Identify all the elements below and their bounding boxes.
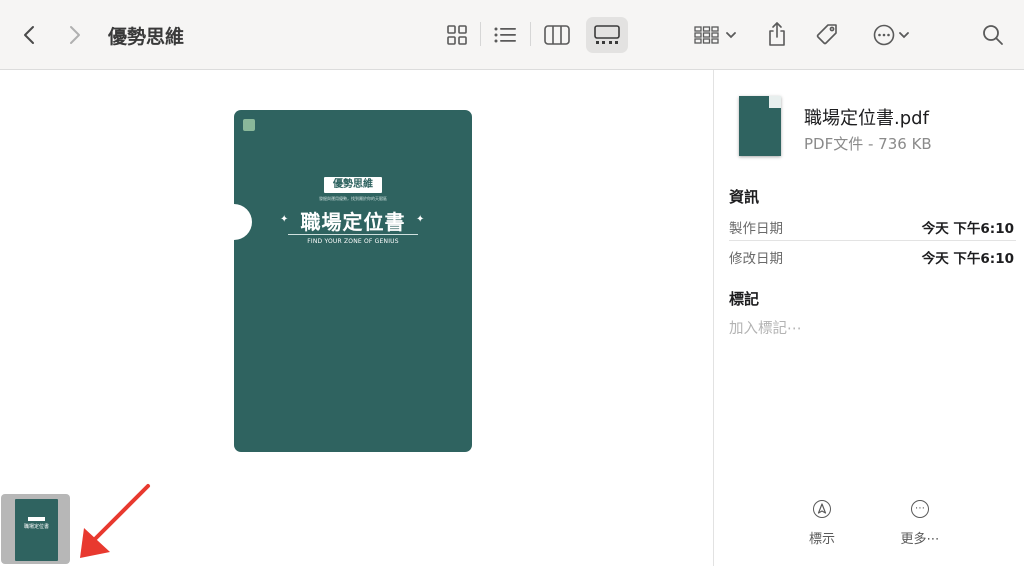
cover-english-title: FIND YOUR ZONE OF GENIUS <box>307 238 399 245</box>
icon-view-icon <box>447 25 467 45</box>
info-divider <box>729 240 1016 241</box>
list-view-icon <box>494 27 516 43</box>
chevron-down-icon <box>726 32 736 39</box>
file-name: 職場定位書.pdf <box>804 108 929 129</box>
chevron-left-icon <box>24 26 34 44</box>
gallery-view-button[interactable] <box>586 17 628 53</box>
cover-title: 職場定位書 <box>300 210 406 234</box>
column-view-button[interactable] <box>540 20 574 50</box>
tag-button[interactable] <box>812 20 842 50</box>
back-button[interactable] <box>18 24 40 46</box>
add-tags-field[interactable]: 加入標記⋯ <box>729 317 802 338</box>
toolbar-divider <box>530 22 531 46</box>
toolbar-divider <box>480 22 481 46</box>
sparkle-icon: ✦ <box>416 214 425 225</box>
more-label: 更多⋯ <box>900 532 940 547</box>
group-by-icon <box>694 26 719 44</box>
cover-divider <box>288 234 418 235</box>
list-view-button[interactable] <box>490 20 520 50</box>
markup-icon <box>813 500 831 518</box>
modified-label: 修改日期 <box>729 251 783 267</box>
column-view-icon <box>544 25 570 45</box>
icon-view-button[interactable] <box>442 20 472 50</box>
forward-button[interactable] <box>64 24 86 46</box>
group-by-button[interactable] <box>690 20 740 50</box>
cover-logo <box>243 119 255 131</box>
info-heading: 資訊 <box>729 188 760 206</box>
toolbar: 優勢思維 <box>0 0 1024 70</box>
thumbnail-title: 職場定位書 <box>23 524 49 530</box>
share-button[interactable] <box>764 18 790 50</box>
tag-icon <box>816 24 837 45</box>
search-button[interactable] <box>980 22 1006 48</box>
created-label: 製作日期 <box>729 221 783 237</box>
file-meta: PDF文件 - 736 KB <box>804 135 932 153</box>
pdf-file-icon <box>739 96 781 156</box>
more-actions-button[interactable] <box>866 20 916 50</box>
pdf-cover-preview[interactable]: 優勢思維 發掘與運用優勢，找到屬於你的天賦區 ✦ 職場定位書 ✦ FIND YO… <box>234 110 472 452</box>
more-button[interactable]: ⋯ 更多⋯ <box>890 500 950 547</box>
red-arrow-icon <box>80 484 150 558</box>
gallery-preview-area: 優勢思維 發掘與運用優勢，找到屬於你的天賦區 ✦ 職場定位書 ✦ FIND YO… <box>0 70 713 566</box>
chevron-right-icon <box>70 26 80 44</box>
chevron-down-icon <box>899 32 909 39</box>
markup-label: 標示 <box>808 532 835 547</box>
created-value: 今天 下午6:10 <box>921 221 1014 237</box>
cover-tag: 優勢思維 <box>324 177 382 193</box>
window-title: 優勢思維 <box>108 26 185 48</box>
inspector-panel: 職場定位書.pdf PDF文件 - 736 KB 資訊 製作日期 今天 下午6:… <box>713 70 1024 566</box>
thumbnail-tag <box>28 517 45 521</box>
share-icon <box>769 22 785 46</box>
thumbnail-image: 職場定位書 <box>15 499 58 561</box>
cover-subtitle: 發掘與運用優勢，找到屬於你的天賦區 <box>319 196 387 201</box>
search-icon <box>983 25 1003 45</box>
modified-value: 今天 下午6:10 <box>921 251 1014 267</box>
tags-heading: 標記 <box>729 290 760 308</box>
gallery-view-icon <box>594 25 620 44</box>
selected-thumbnail[interactable]: 職場定位書 <box>1 494 70 564</box>
markup-button[interactable]: 標示 <box>792 500 852 547</box>
more-actions-icon <box>873 24 895 46</box>
more-icon: ⋯ <box>911 500 929 518</box>
